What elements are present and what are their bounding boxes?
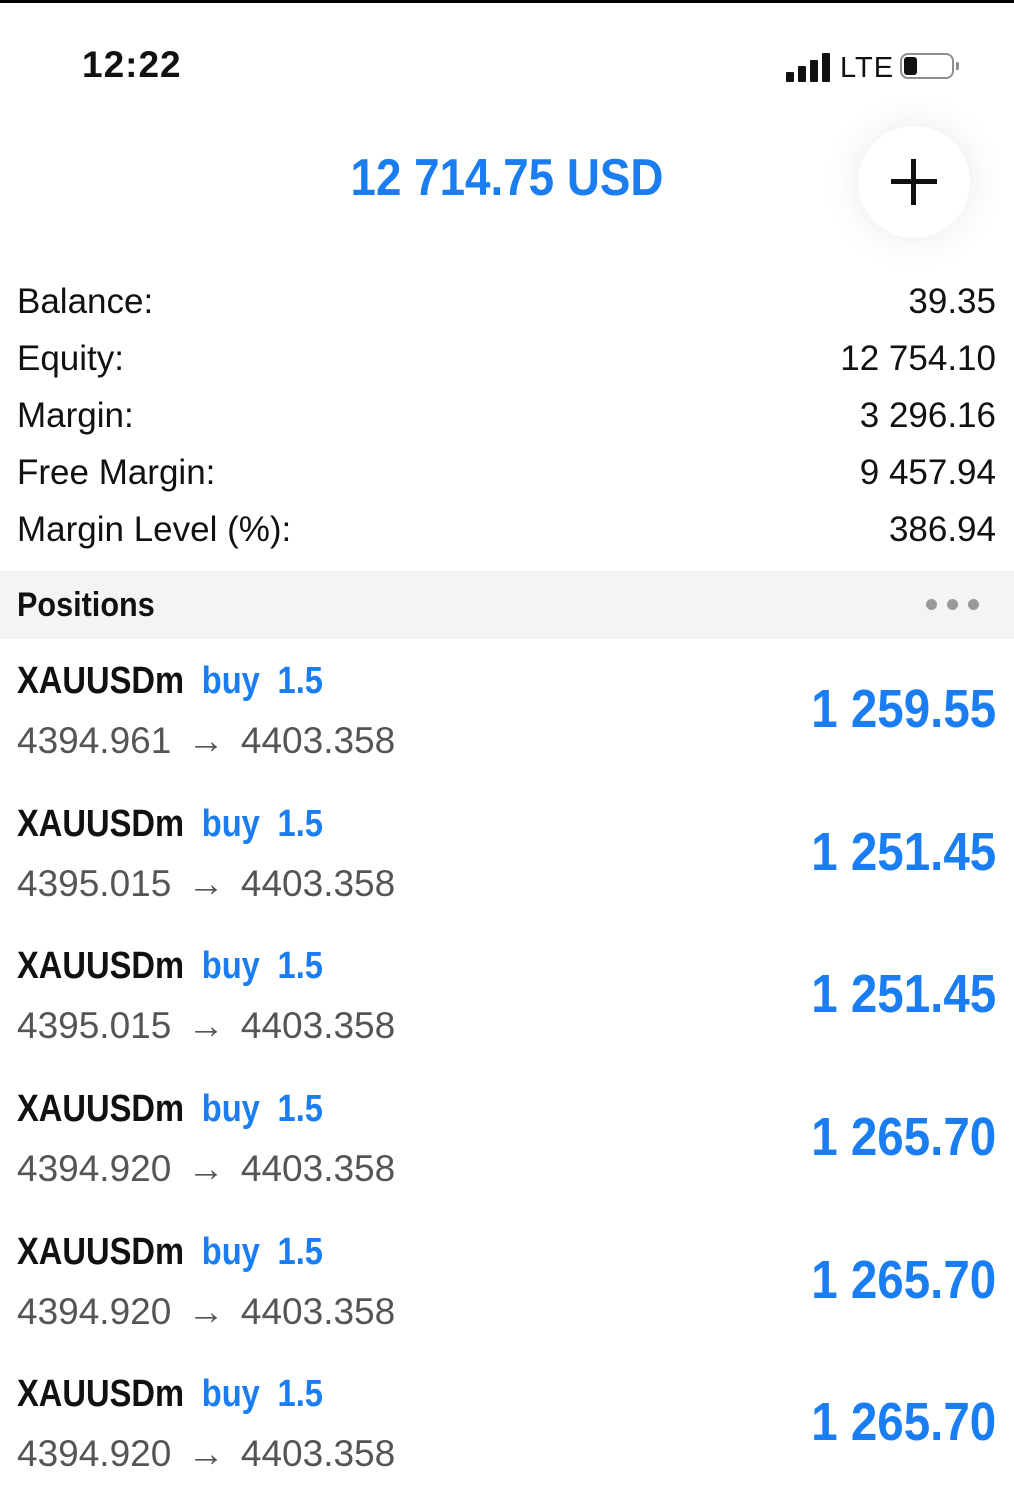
position-row[interactable]: XAUUSDm buy 1.5 4394.920 → 4403.358 1 26… [0,1353,1014,1496]
position-profit: 1 259.55 [811,679,996,739]
account-total: 12 714.75 USD [350,149,664,207]
position-row[interactable]: XAUUSDm buy 1.5 4394.961 → 4403.358 1 25… [0,640,1014,783]
status-bar: 12:22 LTE [0,0,1014,120]
position-prices: 4395.015 → 4403.358 [17,1005,395,1047]
position-current-price: 4403.358 [240,1290,396,1332]
summary-row: Equity: 12 754.10 [0,333,1014,390]
summary-value: 386.94 [888,510,996,549]
battery-icon [900,53,959,81]
summary-value: 9 457.94 [859,453,996,492]
position-title: XAUUSDm buy 1.5 [17,803,323,846]
position-side: buy [201,1088,260,1131]
summary-value: 39.35 [908,282,996,321]
position-prices: 4394.920 → 4403.358 [17,1291,395,1333]
position-title: XAUUSDm buy 1.5 [17,1088,323,1131]
position-current-price: 4403.358 [240,1005,396,1047]
position-profit: 1 251.45 [811,821,996,882]
position-row[interactable]: XAUUSDm buy 1.5 4395.015 → 4403.358 1 25… [0,925,1014,1068]
summary-label: Equity: [17,339,124,378]
summary-label: Margin: [17,396,134,435]
position-current-price: 4403.358 [240,1433,396,1475]
position-current-price: 4403.358 [240,862,396,904]
summary-value: 12 754.10 [840,339,996,378]
position-open-price: 4394.961 [17,720,172,761]
position-current-price: 4403.358 [240,1148,396,1190]
arrow-right-icon: → [187,1290,225,1332]
summary-label: Margin Level (%): [17,510,292,549]
position-row[interactable]: XAUUSDm buy 1.5 4394.920 → 4403.358 1 26… [0,1211,1014,1354]
position-title: XAUUSDm buy 1.5 [17,1373,323,1416]
position-title: XAUUSDm buy 1.5 [17,660,323,703]
summary-row: Free Margin: 9 457.94 [0,447,1014,504]
position-open-price: 4395.015 [17,862,172,904]
more-dots-icon[interactable] [924,599,984,611]
position-profit: 1 265.70 [811,1249,996,1310]
summary-row: Margin Level (%): 386.94 [0,504,1014,561]
add-position-button[interactable] [858,126,970,238]
arrow-right-icon: → [187,1148,225,1190]
position-volume: 1.5 [277,1088,323,1131]
position-side: buy [201,660,260,702]
position-open-price: 4395.015 [17,1005,172,1047]
position-current-price: 4403.358 [240,720,396,761]
position-open-price: 4394.920 [17,1148,172,1190]
position-volume: 1.5 [277,1230,323,1273]
position-prices: 4394.961 → 4403.358 [17,720,395,762]
position-row[interactable]: XAUUSDm buy 1.5 4394.920 → 4403.358 1 26… [0,1068,1014,1211]
position-side: buy [201,1373,260,1416]
position-prices: 4394.920 → 4403.358 [17,1433,395,1475]
position-symbol: XAUUSDm [17,1230,185,1273]
account-summary: Balance: 39.35 Equity: 12 754.10 Margin:… [0,276,1014,561]
status-time: 12:22 [82,44,182,85]
summary-label: Free Margin: [17,453,216,492]
summary-label: Balance: [17,282,154,321]
positions-list: XAUUSDm buy 1.5 4394.961 → 4403.358 1 25… [0,640,1014,1496]
position-symbol: XAUUSDm [17,945,185,988]
position-row[interactable]: XAUUSDm buy 1.5 4395.015 → 4403.358 1 25… [0,783,1014,926]
position-side: buy [201,1230,260,1273]
position-volume: 1.5 [277,660,323,702]
position-symbol: XAUUSDm [17,660,185,702]
summary-row: Margin: 3 296.16 [0,390,1014,447]
position-open-price: 4394.920 [17,1290,172,1332]
position-volume: 1.5 [277,802,323,845]
arrow-right-icon: → [187,720,225,761]
summary-value: 3 296.16 [859,396,996,435]
position-profit: 1 265.70 [811,1392,996,1453]
position-title: XAUUSDm buy 1.5 [17,945,323,988]
arrow-right-icon: → [187,862,225,904]
positions-title: Positions [17,586,155,624]
position-open-price: 4394.920 [17,1433,172,1475]
positions-section-header: Positions [0,571,1014,639]
position-volume: 1.5 [277,945,323,988]
position-symbol: XAUUSDm [17,1088,185,1131]
network-label: LTE [840,52,895,84]
position-title: XAUUSDm buy 1.5 [17,1231,323,1274]
position-prices: 4395.015 → 4403.358 [17,863,395,905]
position-side: buy [201,945,260,988]
position-symbol: XAUUSDm [17,802,185,845]
arrow-right-icon: → [187,1005,225,1047]
summary-row: Balance: 39.35 [0,276,1014,333]
position-prices: 4394.920 → 4403.358 [17,1148,395,1190]
position-symbol: XAUUSDm [17,1373,185,1416]
position-profit: 1 251.45 [811,964,996,1025]
signal-icon [786,52,832,82]
position-side: buy [201,802,260,845]
position-volume: 1.5 [277,1373,323,1416]
arrow-right-icon: → [187,1433,225,1475]
position-profit: 1 265.70 [811,1107,996,1168]
